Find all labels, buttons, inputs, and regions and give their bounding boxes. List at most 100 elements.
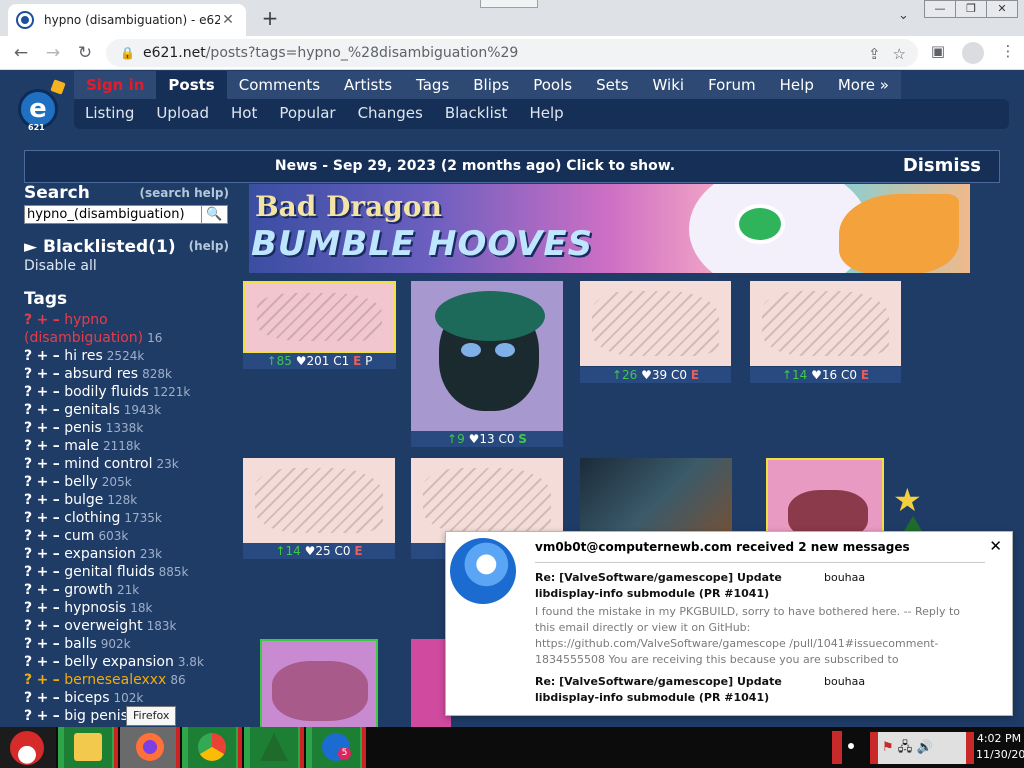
tag-exclude-link[interactable]: – — [53, 636, 60, 652]
tag-name-link[interactable]: clothing — [64, 510, 120, 526]
tag-name-link[interactable]: belly — [64, 474, 98, 490]
address-bar[interactable]: 🔒 e621.net/posts?tags=hypno_%28disambigu… — [106, 39, 918, 67]
nav-wiki[interactable]: Wiki — [641, 71, 697, 99]
nav-blips[interactable]: Blips — [461, 71, 521, 99]
post-image[interactable] — [243, 458, 395, 543]
tag-name-link[interactable]: cum — [64, 528, 94, 544]
taskbar-file-explorer[interactable] — [58, 727, 118, 768]
browser-tab[interactable]: hypno (disambiguation) - e621 ✕ — [8, 4, 246, 36]
tag-name-link[interactable]: genital fluids — [64, 564, 154, 580]
tag-add-link[interactable]: + — [37, 492, 49, 508]
volume-icon[interactable]: 🔊 — [916, 740, 932, 755]
tag-exclude-link[interactable]: – — [53, 690, 60, 706]
nav-more[interactable]: More » — [826, 71, 901, 99]
tag-wiki-link[interactable]: ? — [24, 438, 32, 454]
flag-icon[interactable]: ⚑ — [882, 740, 894, 755]
dismiss-news-button[interactable]: Dismiss — [903, 155, 981, 176]
tag-wiki-link[interactable]: ? — [24, 510, 32, 526]
tag-wiki-link[interactable]: ? — [24, 348, 32, 364]
tag-exclude-link[interactable]: – — [53, 618, 60, 634]
tag-add-link[interactable]: + — [37, 654, 49, 670]
subnav-listing[interactable]: Listing — [74, 99, 145, 129]
subnav-upload[interactable]: Upload — [145, 99, 220, 129]
nav-tags[interactable]: Tags — [404, 71, 461, 99]
tag-exclude-link[interactable]: – — [53, 348, 60, 364]
tag-add-link[interactable]: + — [37, 600, 49, 616]
tag-add-link[interactable]: + — [37, 546, 49, 562]
subnav-help[interactable]: Help — [518, 99, 574, 129]
tag-wiki-link[interactable]: ? — [24, 456, 32, 472]
profile-avatar-icon[interactable] — [962, 42, 984, 64]
tag-name-link[interactable]: hi res — [64, 348, 103, 364]
tag-exclude-link[interactable]: – — [53, 492, 60, 508]
tag-wiki-link[interactable]: ? — [24, 654, 32, 670]
tag-add-link[interactable]: + — [37, 384, 49, 400]
tag-name-link[interactable]: biceps — [64, 690, 109, 706]
tag-wiki-link[interactable]: ? — [24, 384, 32, 400]
tag-wiki-link[interactable]: ? — [24, 366, 32, 382]
tag-add-link[interactable]: + — [37, 312, 49, 328]
tag-add-link[interactable]: + — [37, 708, 49, 724]
tag-name-link[interactable]: bernesealexxx — [64, 672, 166, 688]
nav-posts[interactable]: Posts — [156, 71, 227, 99]
menu-kebab-icon[interactable]: ⋮ — [998, 42, 1018, 64]
subnav-blacklist[interactable]: Blacklist — [434, 99, 519, 129]
tag-wiki-link[interactable]: ? — [24, 312, 32, 328]
system-clock[interactable]: 4:02 PM 11/30/2023 — [976, 731, 1024, 763]
lock-icon[interactable]: 🔒 — [120, 46, 135, 60]
e621-logo[interactable]: e 621 — [14, 79, 66, 135]
post-image[interactable] — [260, 639, 378, 727]
network-icon[interactable]: 🖧 — [898, 740, 913, 755]
tag-add-link[interactable]: + — [37, 474, 49, 490]
tag-exclude-link[interactable]: – — [53, 654, 60, 670]
blacklist-help-link[interactable]: (help) — [189, 239, 229, 253]
tag-add-link[interactable]: + — [37, 348, 49, 364]
tag-add-link[interactable]: + — [37, 618, 49, 634]
tag-add-link[interactable]: + — [37, 510, 49, 526]
taskbar-chrome[interactable] — [182, 727, 242, 768]
tag-name-link[interactable]: hypnosis — [64, 600, 126, 616]
tag-name-link[interactable]: overweight — [64, 618, 142, 634]
post-thumbnail[interactable]: ↑9 ♥13 C0 S — [411, 281, 563, 449]
tag-name-link[interactable]: growth — [64, 582, 113, 598]
taskbar-christmas-app[interactable] — [244, 727, 304, 768]
tag-add-link[interactable]: + — [37, 582, 49, 598]
tag-name-link[interactable]: genitals — [64, 402, 120, 418]
taskbar-firefox[interactable] — [120, 727, 180, 768]
tag-exclude-link[interactable]: – — [53, 510, 60, 526]
tag-exclude-link[interactable]: – — [53, 564, 60, 580]
tag-add-link[interactable]: + — [37, 636, 49, 652]
tag-wiki-link[interactable]: ? — [24, 690, 32, 706]
bookmark-star-icon[interactable]: ☆ — [893, 45, 906, 63]
tag-name-link[interactable]: male — [64, 438, 99, 454]
tag-exclude-link[interactable]: – — [53, 438, 60, 454]
post-image[interactable] — [580, 281, 731, 366]
tag-name-link[interactable]: big penis — [64, 708, 128, 724]
new-mail-notification[interactable]: vm0b0t@computernewb.com received 2 new m… — [445, 531, 1013, 716]
tab-search-chevron-icon[interactable]: ⌄ — [898, 8, 909, 23]
tag-wiki-link[interactable]: ? — [24, 564, 32, 580]
forward-arrow-icon[interactable]: → — [42, 42, 64, 64]
tag-exclude-link[interactable]: – — [53, 384, 60, 400]
tag-add-link[interactable]: + — [37, 366, 49, 382]
tag-wiki-link[interactable]: ? — [24, 708, 32, 724]
close-window-button[interactable]: ✕ — [986, 0, 1018, 18]
new-tab-button[interactable]: + — [258, 6, 282, 30]
tag-exclude-link[interactable]: – — [53, 582, 60, 598]
tag-wiki-link[interactable]: ? — [24, 492, 32, 508]
tag-name-link[interactable]: bodily fluids — [64, 384, 149, 400]
tag-exclude-link[interactable]: – — [53, 366, 60, 382]
close-notification-icon[interactable]: ✕ — [989, 537, 1002, 555]
tag-wiki-link[interactable]: ? — [24, 618, 32, 634]
tag-wiki-link[interactable]: ? — [24, 582, 32, 598]
tag-name-link[interactable]: penis — [64, 420, 102, 436]
subnav-changes[interactable]: Changes — [347, 99, 434, 129]
nav-comments[interactable]: Comments — [227, 71, 332, 99]
tag-name-link[interactable]: belly expansion — [64, 654, 174, 670]
tag-add-link[interactable]: + — [37, 690, 49, 706]
side-panel-icon[interactable]: ▣ — [928, 42, 948, 64]
show-hidden-icons-icon[interactable] — [848, 743, 854, 749]
start-button[interactable] — [0, 727, 56, 768]
nav-forum[interactable]: Forum — [696, 71, 768, 99]
nav-help[interactable]: Help — [768, 71, 826, 99]
